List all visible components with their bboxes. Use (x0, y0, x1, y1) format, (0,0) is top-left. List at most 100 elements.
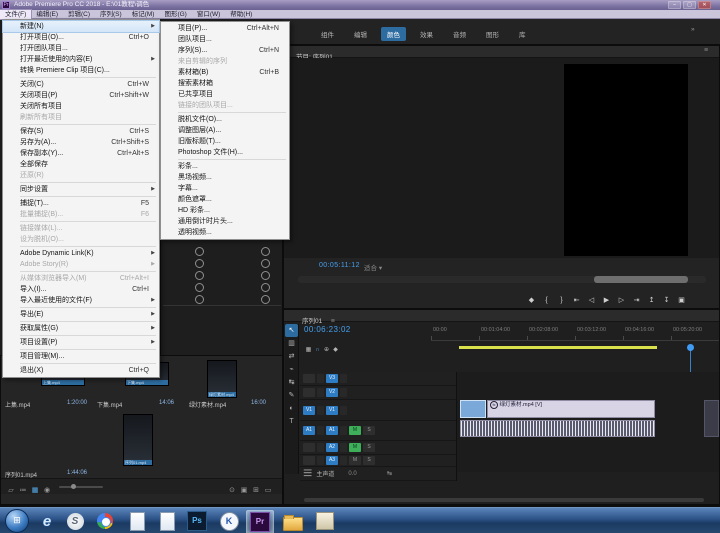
timeline-scrollbar[interactable] (304, 498, 704, 502)
sync-lock-icon[interactable] (340, 426, 347, 435)
video-clip[interactable]: fx 绿灯素材.mp4 [V] (487, 400, 655, 418)
menubar-item-1[interactable]: 编辑(E) (31, 10, 63, 19)
nest-toggle-icon[interactable]: ▦ (304, 346, 313, 353)
timeline-tab[interactable]: 序列01 (302, 318, 322, 325)
workspace-tab-组件[interactable]: 组件 (315, 27, 340, 41)
icon-view-icon[interactable]: ▦ (29, 486, 41, 494)
add-marker-icon[interactable]: ◆ (331, 346, 340, 353)
track-lock-icon[interactable] (317, 426, 324, 435)
new-bin-icon[interactable]: ▣ (238, 486, 250, 494)
new-submenu-item-search-bin[interactable]: 搜索素材箱 (161, 78, 289, 89)
knob-icon[interactable] (195, 283, 204, 292)
readonly-toggle-icon[interactable]: ▱ (5, 486, 17, 494)
sync-lock-icon[interactable] (340, 374, 347, 383)
track-target-a3[interactable]: A3 (326, 456, 338, 465)
file-menu-item-open-team-project[interactable]: 打开团队项目... (3, 43, 159, 54)
new-submenu-item-bin[interactable]: 素材箱(B) Ctrl+B (161, 67, 289, 78)
file-menu-item-close[interactable]: 关闭(C) Ctrl+W (3, 79, 159, 90)
menubar-item-7[interactable]: 帮助(H) (225, 10, 257, 19)
new-submenu-item-team-project[interactable]: 团队项目... (161, 34, 289, 45)
menubar-item-3[interactable]: 序列(S) (95, 10, 127, 19)
list-view-icon[interactable]: ≔ (17, 486, 29, 494)
file-menu-item-save-as[interactable]: 另存为(A)... Ctrl+Shift+S (3, 137, 159, 148)
taskbar-tile-installer-icon[interactable] (312, 510, 338, 532)
file-menu-item-save[interactable]: 保存(S) Ctrl+S (3, 126, 159, 137)
menubar-item-2[interactable]: 剪辑(C) (63, 10, 95, 19)
titlebar[interactable]: Adobe Premiere Pro CC 2018 - E:\01教程\调色 (0, 0, 720, 10)
source-patch-a2[interactable] (303, 443, 315, 452)
menubar-item-0[interactable]: 文件(F) (0, 9, 33, 20)
selected-video-clip[interactable] (460, 400, 486, 418)
linked-selection-icon[interactable]: ⊕ (322, 346, 331, 353)
sync-lock-icon[interactable] (340, 443, 347, 452)
find-icon[interactable]: ⊙ (226, 486, 238, 494)
photoshop-icon[interactable]: Ps (187, 511, 207, 531)
new-submenu-item-project[interactable]: 项目(P)... Ctrl+Alt+N (161, 23, 289, 34)
knob-icon[interactable] (261, 247, 270, 256)
program-timecode[interactable]: 00:05:11:12 (319, 262, 360, 269)
collapse-tracks-icon[interactable]: ↹ (387, 470, 392, 477)
taskbar-tile-document-icon[interactable] (154, 510, 180, 532)
step-back-icon[interactable]: ◁ (584, 296, 599, 304)
file-menu-item-adobe-dynamic-link[interactable]: Adobe Dynamic Link(K) ▶ (3, 248, 159, 259)
menubar-item-5[interactable]: 图形(G) (159, 10, 191, 19)
taskbar-tile-start-button[interactable]: ⊞ (4, 509, 30, 533)
source-patch-a1[interactable]: A1 (303, 426, 315, 435)
minimize-button[interactable]: – (668, 1, 681, 9)
file-menu-item-project-manager[interactable]: 项目管理(M)... (3, 351, 159, 362)
step-forward-icon[interactable]: ▷ (614, 296, 629, 304)
project-item-2[interactable]: 绿灯素材.mp4 绿灯素材.mp4 16:00 (189, 358, 281, 410)
new-submenu-item-sequence[interactable]: 序列(S)... Ctrl+N (161, 45, 289, 56)
solo-button-a2[interactable]: S (363, 443, 375, 452)
mute-button-a1[interactable]: M (349, 426, 361, 435)
new-submenu-item-black-video[interactable]: 黑场视频... (161, 172, 289, 183)
menubar-item-4[interactable]: 标记(M) (127, 10, 160, 19)
new-submenu-item-color-matte[interactable]: 颜色遮罩... (161, 194, 289, 205)
file-menu-item-open-project[interactable]: 打开项目(O)... Ctrl+O (3, 32, 159, 43)
chrome-icon[interactable] (97, 513, 113, 529)
file-menu-item-project-settings[interactable]: 项目设置(P) ▶ (3, 337, 159, 348)
track-target-v1[interactable]: V1 (326, 405, 338, 415)
track-target-a1[interactable]: A1 (326, 426, 338, 435)
zoom-level-select[interactable]: 适合 ▾ (364, 262, 382, 272)
document-icon[interactable] (159, 511, 175, 531)
track-header-v1[interactable]: V1 V1 (300, 400, 456, 421)
maximize-button[interactable]: ▢ (683, 1, 696, 9)
workspace-overflow-icon[interactable]: » (691, 26, 695, 33)
taskbar-tile-folder-icon[interactable] (280, 510, 306, 532)
sync-lock-icon[interactable] (340, 456, 347, 465)
file-menu-item-exit[interactable]: 退出(X) Ctrl+Q (3, 365, 159, 376)
delete-icon[interactable]: ▭ (262, 486, 274, 494)
add-marker-icon[interactable]: ◆ (524, 296, 539, 304)
file-menu-item-new[interactable]: 新建(N) ▶ (2, 20, 160, 33)
panel-menu-icon[interactable]: ≡ (704, 47, 708, 54)
source-patch-v3[interactable] (303, 374, 315, 383)
time-ruler[interactable]: 00:00 00:01:04:00 00:02:08:00 00:03:12:00 00… (431, 327, 719, 341)
kmplayer-icon[interactable]: K (219, 511, 239, 531)
ripple-edit-tool[interactable]: ⇄ (285, 350, 298, 363)
workspace-tab-库[interactable]: 库 (513, 27, 532, 41)
workspace-tab-颜色[interactable]: 颜色 (381, 27, 406, 41)
new-submenu-item-bars-and-tone[interactable]: 彩条... (161, 161, 289, 172)
notepad-icon[interactable] (129, 511, 145, 531)
source-patch-v1[interactable]: V1 (303, 405, 315, 415)
knob-icon[interactable] (195, 247, 204, 256)
new-submenu-item-universal-counting-leader[interactable]: 通用倒计时片头... (161, 216, 289, 227)
workspace-tab-图形[interactable]: 图形 (480, 27, 505, 41)
audio-clip[interactable] (460, 420, 655, 437)
new-submenu-item-adjustment-layer[interactable]: 调整图层(A)... (161, 125, 289, 136)
file-menu-item-capture[interactable]: 捕捉(T)... F5 (3, 198, 159, 209)
track-target-a2[interactable]: A2 (326, 443, 338, 452)
taskbar-tile-premiere-icon[interactable]: Pr (246, 510, 274, 533)
knob-icon[interactable] (195, 295, 204, 304)
new-submenu-item-shared-project[interactable]: 已共享项目 (161, 89, 289, 100)
zoom-slider-handle[interactable] (71, 484, 76, 489)
mute-button-a2[interactable]: M (349, 443, 361, 452)
new-submenu-item-offline-file[interactable]: 脱机文件(O)... (161, 114, 289, 125)
internet-explorer-icon[interactable]: e (43, 513, 51, 530)
start-button[interactable]: ⊞ (5, 509, 29, 533)
new-submenu-item-transparent-video[interactable]: 透明视频... (161, 227, 289, 238)
go-to-in-icon[interactable]: ⇤ (569, 296, 584, 304)
taskbar-tile-kmplayer-icon[interactable]: K (216, 510, 242, 532)
track-header-a2[interactable]: A2 M S (300, 441, 456, 455)
